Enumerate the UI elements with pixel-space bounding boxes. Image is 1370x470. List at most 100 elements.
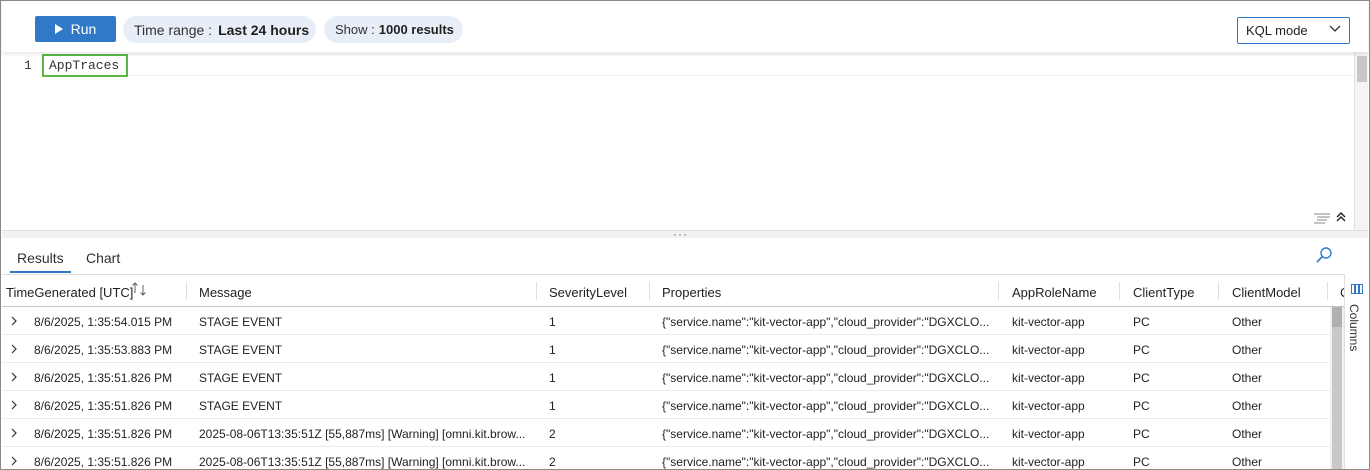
results-tabs: Results Chart [2, 238, 1368, 274]
column-separator[interactable] [1119, 282, 1120, 300]
table-row[interactable]: 8/6/2025, 1:35:51.826 PM STAGE EVENT 1 {… [2, 391, 1330, 419]
cell-timegenerated: 8/6/2025, 1:35:51.826 PM [34, 455, 173, 469]
cell-approlename: kit-vector-app [1012, 399, 1085, 413]
sort-icon[interactable] [131, 281, 149, 297]
cell-clienttype: PC [1133, 427, 1150, 441]
cell-properties: {"service.name":"kit-vector-app","cloud_… [662, 427, 990, 441]
show-value: 1000 results [378, 22, 454, 37]
chevron-right-icon[interactable] [10, 428, 18, 438]
time-range-value: Last 24 hours [218, 21, 310, 38]
column-header-clienttype[interactable]: ClientType [1133, 285, 1194, 300]
cell-timegenerated: 8/6/2025, 1:35:53.883 PM [34, 343, 173, 357]
cell-clienttype: PC [1133, 455, 1150, 469]
cell-message: STAGE EVENT [199, 371, 283, 385]
active-tab-indicator [10, 271, 71, 273]
column-header-approlename[interactable]: AppRoleName [1012, 285, 1097, 300]
query-mode-value: KQL mode [1246, 23, 1308, 38]
columns-icon [1351, 284, 1363, 294]
cell-properties: {"service.name":"kit-vector-app","cloud_… [662, 343, 990, 357]
column-header-properties[interactable]: Properties [662, 285, 721, 300]
result-limit-picker[interactable]: Show : 1000 results [324, 16, 463, 43]
chevron-right-icon[interactable] [10, 456, 18, 466]
cell-message: STAGE EVENT [199, 315, 283, 329]
table-row[interactable]: 8/6/2025, 1:35:51.826 PM STAGE EVENT 1 {… [2, 363, 1330, 391]
column-separator[interactable] [186, 282, 187, 300]
chevron-right-icon[interactable] [10, 344, 18, 354]
cell-severitylevel: 1 [549, 315, 556, 329]
cell-message: 2025-08-06T13:35:51Z [55,887ms] [Warning… [199, 427, 526, 441]
cell-clientmodel: Other [1232, 427, 1263, 441]
tab-results[interactable]: Results [17, 250, 64, 266]
column-header-clientmodel[interactable]: ClientModel [1232, 285, 1301, 300]
columns-label: Columns [1347, 304, 1361, 352]
log-analytics-query-window: Run Time range : Last 24 hours Show : 10… [0, 0, 1370, 470]
results-scrollbar[interactable] [1330, 307, 1344, 469]
column-header-message[interactable]: Message [199, 285, 252, 300]
collapse-up-icon[interactable] [1335, 211, 1347, 223]
cell-message: 2025-08-06T13:35:51Z [55,887ms] [Warning… [199, 455, 526, 469]
columns-side-panel[interactable]: Columns [1344, 274, 1368, 469]
run-button[interactable]: Run [35, 16, 116, 42]
cell-clientmodel: Other [1232, 455, 1263, 469]
tab-chart[interactable]: Chart [86, 250, 120, 266]
column-header-timegenerated[interactable]: TimeGenerated [UTC] [6, 285, 133, 300]
cell-approlename: kit-vector-app [1012, 427, 1085, 441]
results-grid-body: 8/6/2025, 1:35:54.015 PM STAGE EVENT 1 {… [2, 307, 1330, 469]
cell-timegenerated: 8/6/2025, 1:35:54.015 PM [34, 315, 173, 329]
cell-approlename: kit-vector-app [1012, 343, 1085, 357]
cell-approlename: kit-vector-app [1012, 455, 1085, 469]
cell-clientmodel: Other [1232, 371, 1263, 385]
cell-timegenerated: 8/6/2025, 1:35:51.826 PM [34, 399, 173, 413]
results-grid-header: TimeGenerated [UTC] Message SeverityLeve… [2, 274, 1344, 307]
query-toolbar: Run Time range : Last 24 hours Show : 10… [2, 2, 1368, 52]
cell-severitylevel: 1 [549, 371, 556, 385]
chevron-right-icon[interactable] [10, 316, 18, 326]
time-range-label: Time range : [134, 21, 213, 38]
cell-timegenerated: 8/6/2025, 1:35:51.826 PM [34, 371, 173, 385]
cell-clientmodel: Other [1232, 399, 1263, 413]
show-label: Show : [335, 22, 375, 37]
column-separator[interactable] [536, 282, 537, 300]
cell-timegenerated: 8/6/2025, 1:35:51.826 PM [34, 427, 173, 441]
cell-clientmodel: Other [1232, 343, 1263, 357]
cell-clienttype: PC [1133, 343, 1150, 357]
column-separator[interactable] [998, 282, 999, 300]
results-scrollbar-track[interactable] [1332, 327, 1342, 469]
cell-severitylevel: 2 [549, 455, 556, 469]
run-label: Run [70, 21, 97, 37]
query-text[interactable]: AppTraces [42, 54, 128, 77]
splitter-grip-icon[interactable]: ··· [673, 228, 688, 240]
column-separator[interactable] [1218, 282, 1219, 300]
cell-properties: {"service.name":"kit-vector-app","cloud_… [662, 371, 990, 385]
column-separator[interactable] [649, 282, 650, 300]
cell-clienttype: PC [1133, 371, 1150, 385]
time-range-picker[interactable]: Time range : Last 24 hours [123, 16, 316, 43]
table-row[interactable]: 8/6/2025, 1:35:51.826 PM 2025-08-06T13:3… [2, 447, 1330, 469]
results-scrollbar-thumb[interactable] [1332, 307, 1342, 327]
chevron-down-icon [1329, 25, 1341, 32]
cell-approlename: kit-vector-app [1012, 315, 1085, 329]
cell-message: STAGE EVENT [199, 343, 283, 357]
table-row[interactable]: 8/6/2025, 1:35:54.015 PM STAGE EVENT 1 {… [2, 307, 1330, 335]
current-line-highlight [42, 54, 1354, 76]
cell-approlename: kit-vector-app [1012, 371, 1085, 385]
column-header-severitylevel[interactable]: SeverityLevel [549, 285, 627, 300]
search-icon[interactable] [1315, 246, 1333, 264]
cell-severitylevel: 1 [549, 343, 556, 357]
format-query-icon[interactable] [1313, 212, 1331, 224]
chevron-right-icon[interactable] [10, 400, 18, 410]
cell-properties: {"service.name":"kit-vector-app","cloud_… [662, 455, 990, 469]
chevron-right-icon[interactable] [10, 372, 18, 382]
query-mode-dropdown[interactable]: KQL mode [1237, 17, 1350, 44]
column-separator[interactable] [1327, 282, 1328, 300]
line-number: 1 [24, 58, 32, 73]
editor-scrollbar[interactable] [1354, 52, 1368, 230]
query-editor[interactable]: 1 AppTraces [2, 52, 1354, 230]
editor-scrollbar-thumb[interactable] [1357, 56, 1367, 82]
table-row[interactable]: 8/6/2025, 1:35:53.883 PM STAGE EVENT 1 {… [2, 335, 1330, 363]
cell-severitylevel: 1 [549, 399, 556, 413]
cell-clienttype: PC [1133, 399, 1150, 413]
play-icon [54, 24, 63, 34]
table-row[interactable]: 8/6/2025, 1:35:51.826 PM 2025-08-06T13:3… [2, 419, 1330, 447]
cell-clientmodel: Other [1232, 315, 1263, 329]
